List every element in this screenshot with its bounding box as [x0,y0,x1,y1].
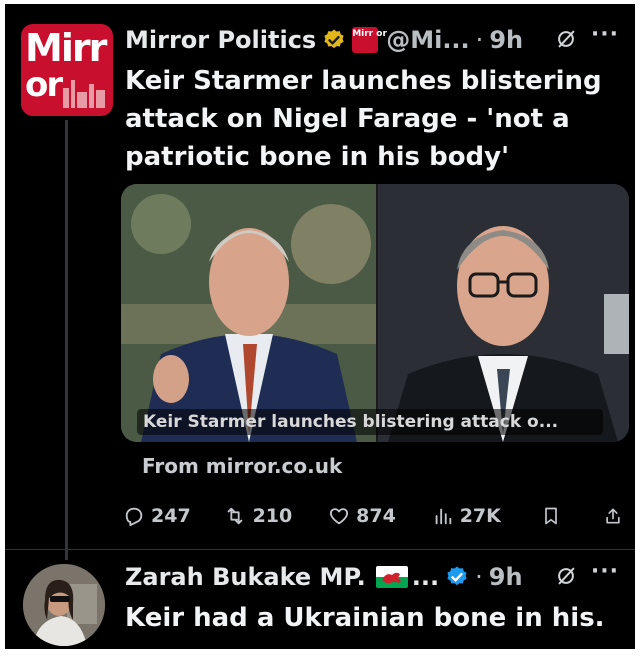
tweet-mirror-politics[interactable]: Mirror Politics Mirr or @Mi... · 9h ··· … [125,22,623,176]
tweet-text: Keir had a Ukrainian bone in his. [125,603,605,633]
card-image-left [121,184,376,442]
blue-verified-icon [447,566,467,586]
tweet-header: Zarah Bukake MP. ... · 9h [125,559,623,595]
wales-flag-icon [375,566,408,588]
repost-icon [227,507,242,525]
reply-button[interactable]: 247 [123,505,223,527]
farage-photo-icon [121,184,376,442]
heart-icon [330,508,349,525]
author-name[interactable]: Mirror Politics [125,26,316,54]
tweet-header: Mirror Politics Mirr or @Mi... · 9h [125,22,623,58]
affiliate-logo-badge[interactable]: Mirr or [352,27,387,53]
grok-icon[interactable] [555,28,577,50]
post-time[interactable]: 9h [489,563,523,591]
card-image-right [378,184,629,442]
tweet-zarah-bukake[interactable]: Zarah Bukake MP. ... · 9h ··· Keir had a… [125,559,623,637]
zarah-bukake-avatar[interactable] [23,564,105,646]
like-count: 874 [356,505,396,527]
post-time[interactable]: 9h [489,26,523,54]
tweet-divider [5,549,635,550]
author-handle[interactable]: @Mi... [386,26,469,54]
name-ellipsis: ... [411,563,440,591]
separator-dot: · [475,26,484,54]
repost-button[interactable]: 210 [223,505,329,527]
skyline-icon [63,80,105,108]
profile-photo-icon [23,564,105,646]
analytics-icon [435,508,451,525]
starmer-photo-icon [378,184,629,442]
gold-verified-icon [324,29,344,49]
view-count: 27K [459,505,501,527]
share-button[interactable] [603,505,623,527]
more-options-icon[interactable]: ··· [591,559,619,584]
reply-icon [125,507,143,527]
card-caption[interactable]: Keir Starmer launches blistering attack … [137,409,603,435]
like-button[interactable]: 874 [328,505,432,527]
views-button[interactable]: 27K [432,505,542,527]
bookmark-icon [545,507,558,525]
thread-connector-line [65,120,68,560]
mirror-politics-avatar[interactable]: Mirr or [21,24,113,116]
link-preview-card[interactable]: Keir Starmer launches blistering attack … [121,184,629,442]
separator-dot: · [475,563,483,591]
tweet-text: Keir Starmer launches blistering attack … [125,66,602,172]
share-icon [606,508,620,524]
reply-count: 247 [151,505,191,527]
tweet-action-bar: 247 210 874 27K [123,501,623,531]
repost-count: 210 [252,505,293,527]
avatar-logo-text-top: Mirr [25,26,107,70]
grok-icon[interactable] [555,565,577,587]
card-source[interactable]: From mirror.co.uk [142,454,342,478]
more-options-icon[interactable]: ··· [591,22,619,47]
timeline-frame: Mirr or Mirror Politics Mirr or @Mi... ·… [5,4,635,649]
avatar-logo-text-bottom: or [25,65,63,105]
author-name[interactable]: Zarah Bukake MP. [125,563,366,591]
bookmark-button[interactable] [541,505,603,527]
